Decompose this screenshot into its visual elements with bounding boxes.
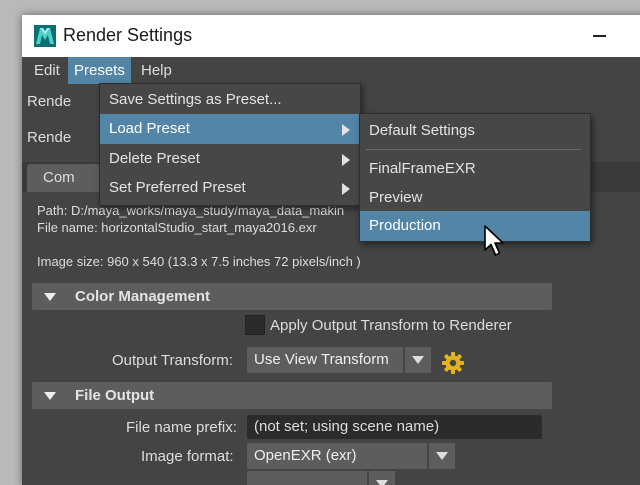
menu-item-delete-preset[interactable]: Delete Preset (100, 144, 360, 174)
menu-help[interactable]: Help (135, 57, 178, 84)
chevron-down-icon (436, 452, 448, 460)
menu-divider (366, 149, 581, 150)
menu-item-label: Set Preferred Preset (109, 179, 246, 196)
apply-transform-checkbox[interactable] (245, 315, 265, 335)
color-management-title: Color Management (75, 288, 211, 305)
collapse-triangle-icon (44, 392, 56, 400)
color-management-header[interactable]: Color Management (32, 283, 552, 310)
file-output-title: File Output (75, 387, 155, 404)
image-format-dropdown[interactable]: OpenEXR (exr) (247, 443, 455, 469)
render-settings-window: Render Settings Edit Presets Help Rende … (22, 15, 640, 485)
gear-icon[interactable] (441, 351, 465, 375)
file-name-info: File name: horizontalStudio_start_maya20… (37, 220, 317, 235)
dropdown-arrow-button[interactable] (403, 347, 431, 373)
load-preset-submenu: Default Settings FinalFrameEXR Preview P… (359, 113, 591, 242)
maya-icon (34, 25, 56, 47)
compression-dropdown[interactable] (247, 471, 395, 485)
menu-bar: Edit Presets Help (22, 57, 640, 84)
image-format-label: Image format: (141, 448, 234, 465)
image-size-info: Image size: 960 x 540 (13.3 x 7.5 inches… (37, 254, 361, 269)
collapse-triangle-icon (44, 293, 56, 301)
output-transform-value: Use View Transform (254, 351, 389, 368)
file-name-prefix-value: (not set; using scene name) (254, 418, 440, 435)
chevron-down-icon (412, 356, 424, 364)
apply-transform-label: Apply Output Transform to Renderer (270, 317, 512, 334)
menu-item-label: Load Preset (109, 120, 190, 137)
menu-item-label: Save Settings as Preset... (109, 91, 282, 108)
chevron-down-icon (376, 480, 388, 485)
submenu-item-default-settings[interactable]: Default Settings (360, 116, 590, 146)
image-format-value: OpenEXR (exr) (254, 447, 357, 464)
minimize-button[interactable] (582, 19, 616, 53)
title-bar: Render Settings (22, 15, 640, 57)
file-name-prefix-input[interactable]: (not set; using scene name) (247, 415, 542, 439)
presets-menu: Save Settings as Preset... Load Preset D… (99, 83, 361, 206)
minimize-icon (592, 35, 606, 37)
render-using-label: Rende (27, 129, 72, 146)
menu-edit[interactable]: Edit (28, 57, 66, 84)
menu-item-load-preset[interactable]: Load Preset (100, 114, 360, 144)
dropdown-arrow-button[interactable] (427, 443, 455, 469)
menu-item-label: Delete Preset (109, 150, 200, 167)
menu-presets[interactable]: Presets (68, 57, 131, 84)
window-title: Render Settings (63, 25, 193, 45)
dropdown-arrow-button[interactable] (367, 471, 395, 485)
file-output-header[interactable]: File Output (32, 382, 552, 409)
output-transform-label: Output Transform: (112, 352, 233, 369)
submenu-arrow-icon (342, 124, 350, 136)
mouse-pointer-icon (484, 225, 504, 256)
menu-item-save-preset[interactable]: Save Settings as Preset... (100, 85, 360, 115)
render-layer-label: Rende (27, 93, 72, 110)
menu-item-set-preferred-preset[interactable]: Set Preferred Preset (100, 173, 360, 203)
file-name-prefix-label: File name prefix: (126, 419, 237, 436)
output-transform-dropdown[interactable]: Use View Transform (247, 347, 431, 373)
submenu-arrow-icon (342, 154, 350, 166)
submenu-arrow-icon (342, 183, 350, 195)
submenu-item-finalframeexr[interactable]: FinalFrameEXR (360, 154, 590, 184)
submenu-item-preview[interactable]: Preview (360, 183, 590, 213)
submenu-item-production[interactable]: Production (360, 211, 590, 241)
